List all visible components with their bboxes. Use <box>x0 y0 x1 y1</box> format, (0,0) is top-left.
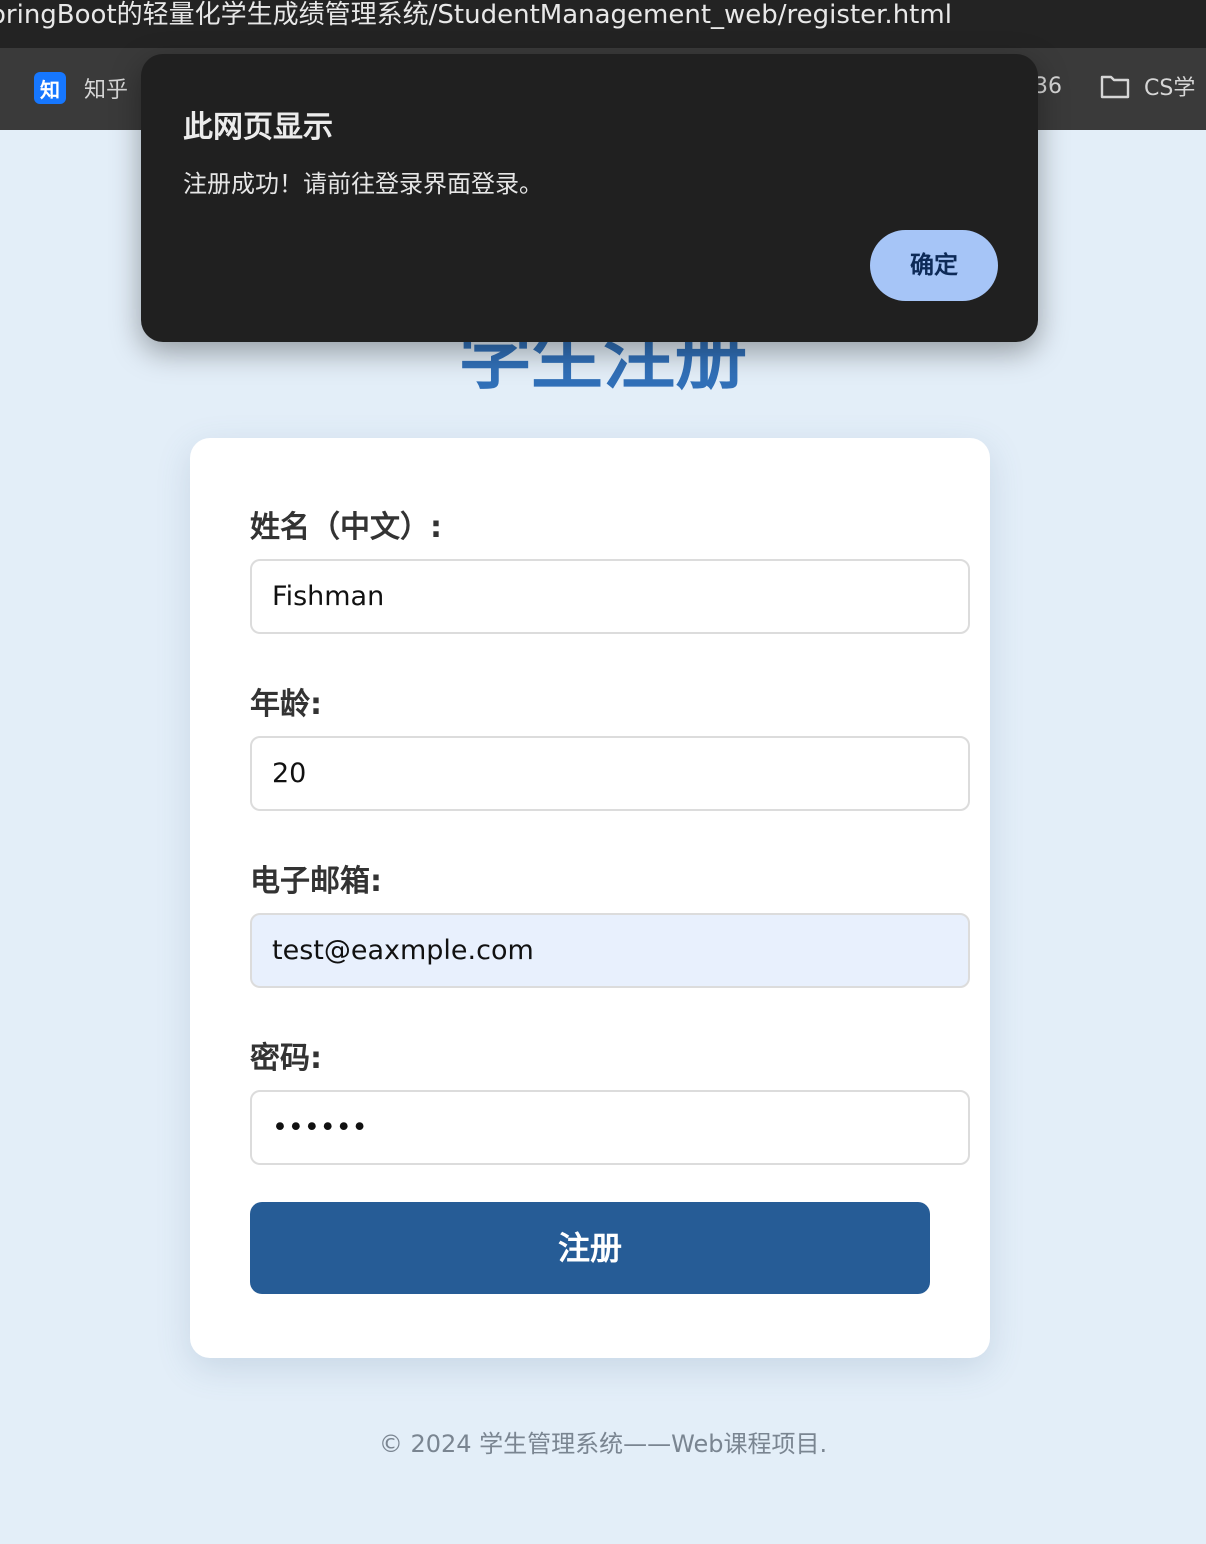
dialog-message: 注册成功！请前往登录界面登录。 <box>183 170 543 198</box>
address-bar[interactable]: oringBoot的轻量化学生成绩管理系统/StudentManagement_… <box>0 0 1206 48</box>
zhihu-icon: 知 <box>34 72 66 104</box>
bookmark-zhihu[interactable]: 知 知乎 <box>34 72 128 104</box>
bookmark-label: 知乎 <box>84 78 129 103</box>
footer-text: © 2024 学生管理系统——Web课程项目. <box>378 1430 828 1458</box>
bookmark-folder-cs[interactable]: CS学 <box>1100 70 1195 102</box>
url-text: oringBoot的轻量化学生成绩管理系统/StudentManagement_… <box>0 0 952 30</box>
name-input[interactable]: Fishman <box>250 559 970 634</box>
bookmark-36[interactable]: 36 <box>1034 74 1062 99</box>
alert-dialog: 此网页显示 注册成功！请前往登录界面登录。 确定 <box>141 54 1038 342</box>
email-label: 电子邮箱: <box>250 864 382 899</box>
bookmark-label: CS学 <box>1144 76 1196 101</box>
password-label: 密码: <box>250 1041 322 1076</box>
age-label: 年龄: <box>250 687 322 722</box>
name-label: 姓名（中文）: <box>250 510 442 545</box>
email-input[interactable]: test@eaxmple.com <box>250 913 970 988</box>
password-input[interactable]: •••••• <box>250 1090 970 1165</box>
register-button[interactable]: 注册 <box>250 1202 930 1294</box>
register-form: 姓名（中文）: Fishman 年龄: 20 电子邮箱: test@eaxmpl… <box>190 438 990 1358</box>
dialog-title: 此网页显示 <box>183 110 333 145</box>
ok-button[interactable]: 确定 <box>870 230 998 301</box>
folder-icon <box>1100 75 1130 99</box>
age-input[interactable]: 20 <box>250 736 970 811</box>
